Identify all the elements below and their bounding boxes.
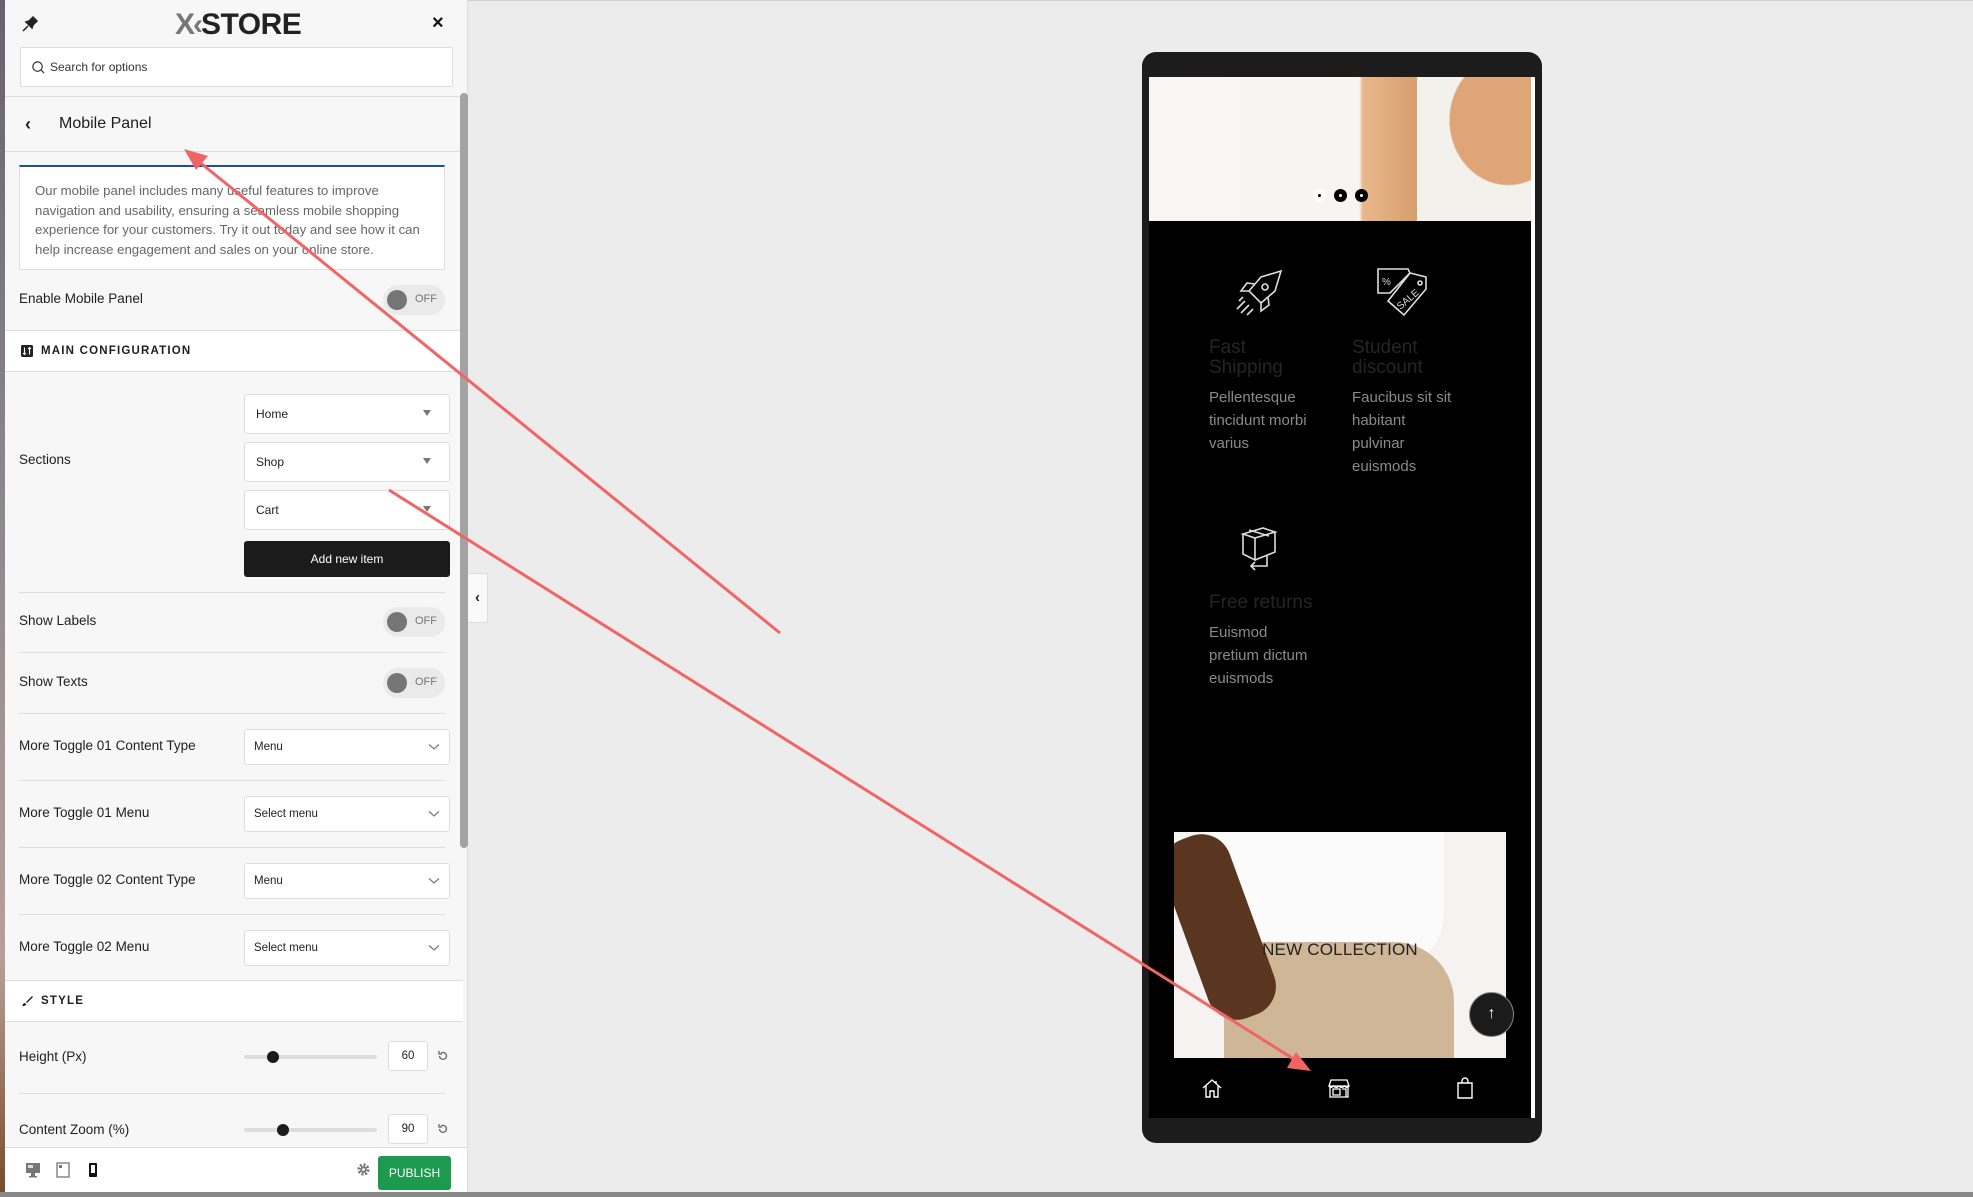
- search-icon: [32, 60, 45, 74]
- enable-mobile-panel-label: Enable Mobile Panel: [19, 291, 143, 306]
- content-zoom-value-input[interactable]: 90: [388, 1114, 428, 1144]
- box-return-icon: [1240, 527, 1278, 571]
- description-box: Our mobile panel includes many useful fe…: [19, 165, 445, 270]
- height-px-label: Height (Px): [19, 1049, 87, 1064]
- section-title: Mobile Panel: [59, 115, 152, 132]
- shop-icon[interactable]: [1328, 1077, 1350, 1099]
- publish-button[interactable]: PUBLISH: [378, 1156, 451, 1190]
- tablet-icon[interactable]: [55, 1162, 71, 1178]
- show-texts-label: Show Texts: [19, 674, 88, 689]
- toggle01-menu-label: More Toggle 01 Menu: [19, 805, 150, 820]
- add-new-item-button[interactable]: Add new item: [244, 541, 450, 577]
- panel-footer: PUBLISH: [5, 1147, 467, 1192]
- mobile-preview-frame: Fast Shipping Pellentesque tincidunt mor…: [1142, 52, 1542, 1143]
- desktop-bottom-strip: [0, 1192, 1973, 1197]
- show-texts-toggle[interactable]: OFF: [383, 668, 445, 698]
- divider: [19, 713, 445, 714]
- back-chevron-icon[interactable]: ‹: [25, 114, 45, 135]
- section-select-shop[interactable]: Shop: [244, 442, 450, 482]
- enable-mobile-panel-toggle[interactable]: OFF: [383, 285, 445, 315]
- section-select-home[interactable]: Home: [244, 394, 450, 434]
- style-heading[interactable]: STYLE: [5, 980, 463, 1022]
- divider: [19, 652, 445, 653]
- toggle01-menu-select[interactable]: Select menu: [244, 796, 450, 832]
- slider-dot[interactable]: [1313, 189, 1326, 202]
- back-to-top-button[interactable]: ↑: [1469, 992, 1514, 1037]
- panel-header: X ‹ STORE ×: [5, 0, 467, 96]
- slider-dot[interactable]: [1334, 189, 1347, 202]
- customizer-panel: X‹STORE × ‹ Mobile Panel Our mobile pane…: [5, 0, 468, 1192]
- svg-text:%: %: [1382, 277, 1391, 288]
- rocket-icon: [1236, 269, 1283, 316]
- toggle01-content-type-label: More Toggle 01 Content Type: [19, 738, 196, 753]
- feature-free-returns: Free returns Euismod pretium dictum euis…: [1209, 520, 1319, 690]
- reset-icon[interactable]: [437, 1050, 449, 1062]
- slider-dot[interactable]: [1355, 189, 1368, 202]
- show-labels-toggle[interactable]: OFF: [383, 607, 445, 637]
- toggle01-content-type-select[interactable]: Menu: [244, 729, 450, 765]
- toggle02-content-type-label: More Toggle 02 Content Type: [19, 872, 196, 887]
- home-icon[interactable]: [1201, 1077, 1223, 1099]
- content-zoom-slider[interactable]: [244, 1124, 377, 1136]
- content-zoom-label: Content Zoom (%): [19, 1122, 130, 1137]
- brush-icon: [22, 996, 33, 1006]
- preview-screen-edge: [1531, 77, 1535, 1118]
- new-collection-banner[interactable]: NEW COLLECTION: [1174, 832, 1506, 1058]
- toggle-knob: [387, 290, 407, 310]
- desktop-icon[interactable]: [25, 1162, 41, 1178]
- height-slider[interactable]: [244, 1051, 377, 1063]
- sale-tag-icon: SALE%: [1377, 268, 1427, 317]
- section-select-cart[interactable]: Cart: [244, 490, 450, 530]
- toggle-knob: [387, 673, 407, 693]
- chevron-down-icon: [428, 744, 440, 750]
- section-title-bar: ‹ Mobile Panel: [5, 96, 463, 152]
- toggle02-menu-label: More Toggle 02 Menu: [19, 939, 150, 954]
- toggle02-menu-select[interactable]: Select menu: [244, 930, 450, 966]
- collection-title: NEW COLLECTION: [1262, 940, 1418, 959]
- feature-student-discount: SALE% Student discount Faucibus sit sit …: [1352, 265, 1462, 478]
- mobile-icon[interactable]: [85, 1162, 101, 1178]
- slider-thumb[interactable]: [267, 1051, 280, 1063]
- show-labels-label: Show Labels: [19, 613, 97, 628]
- mobile-panel-bar: [1149, 1060, 1531, 1118]
- feature-fast-shipping: Fast Shipping Pellentesque tincidunt mor…: [1209, 265, 1319, 455]
- panel-scrollbar[interactable]: [460, 93, 468, 848]
- divider: [19, 592, 445, 593]
- caret-down-icon: [423, 458, 431, 464]
- sort-icon: [21, 345, 33, 357]
- sections-label: Sections: [19, 452, 71, 467]
- collapse-panel-button[interactable]: ‹: [468, 573, 488, 623]
- divider: [19, 1093, 445, 1094]
- hero-slider: [1149, 77, 1531, 221]
- slider-thumb[interactable]: [276, 1124, 289, 1136]
- hero-image: [1417, 77, 1531, 221]
- chevron-down-icon: [428, 945, 440, 951]
- divider: [19, 847, 445, 848]
- chevron-down-icon: [428, 811, 440, 817]
- xstore-logo: X ‹ STORE: [175, 8, 302, 41]
- divider: [19, 914, 445, 915]
- slider-dots: [1313, 189, 1368, 202]
- main-configuration-heading[interactable]: MAIN CONFIGURATION: [5, 330, 463, 372]
- height-value-input[interactable]: 60: [388, 1041, 428, 1071]
- toggle-knob: [387, 612, 407, 632]
- preview-top-border: [468, 0, 1973, 1]
- pin-icon[interactable]: [20, 14, 40, 34]
- cart-bag-icon[interactable]: [1454, 1077, 1476, 1099]
- close-button[interactable]: ×: [432, 12, 444, 35]
- chevron-down-icon: [428, 878, 440, 884]
- divider: [19, 780, 445, 781]
- toggle02-content-type-select[interactable]: Menu: [244, 863, 450, 899]
- mobile-preview-screen: Fast Shipping Pellentesque tincidunt mor…: [1149, 77, 1531, 1118]
- caret-down-icon: [423, 506, 431, 512]
- gear-icon[interactable]: [356, 1162, 371, 1177]
- search-input[interactable]: [50, 60, 430, 74]
- caret-down-icon: [423, 410, 431, 416]
- search-field[interactable]: [20, 47, 453, 87]
- reset-icon[interactable]: [437, 1123, 449, 1135]
